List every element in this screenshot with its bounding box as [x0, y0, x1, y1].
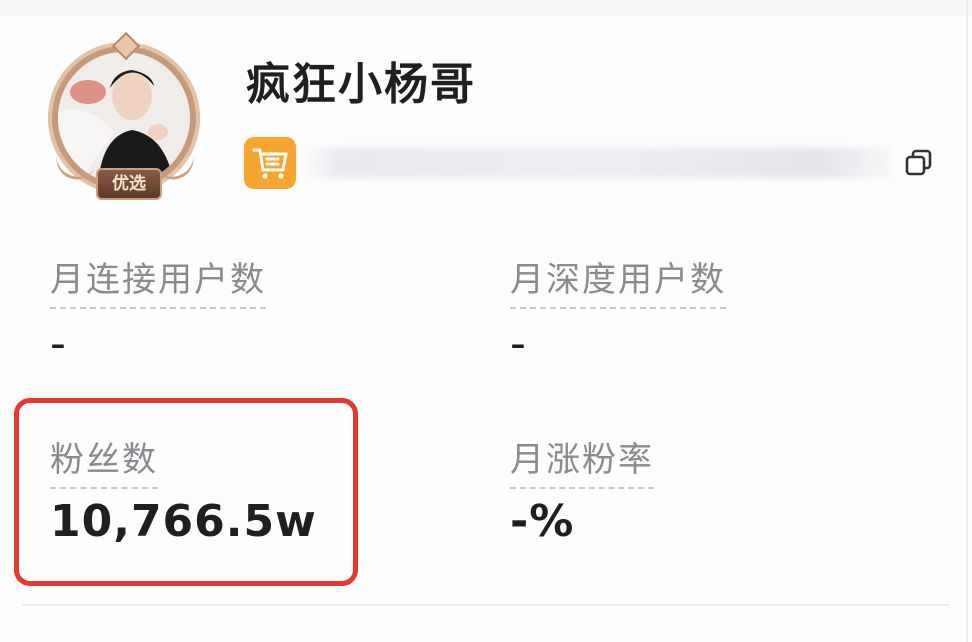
shopping-cart-icon[interactable]: [244, 137, 296, 189]
metric-label-monthly-connected-users[interactable]: 月连接用户数: [50, 252, 266, 309]
copy-icon[interactable]: [904, 148, 934, 178]
account-card: 优选 疯狂小杨哥 月连接用户数 - 月深度用户数 - 粉丝数 10,766.5w…: [0, 0, 972, 642]
metric-label-monthly-deep-users[interactable]: 月深度用户数: [510, 252, 726, 309]
metric-value-monthly-deep-users: -: [510, 318, 526, 369]
card-bottom-divider: [22, 604, 950, 606]
highlight-annotation: [14, 398, 358, 586]
account-name: 疯狂小杨哥: [246, 59, 476, 110]
premium-badge: 优选: [96, 168, 162, 200]
card-divider: [966, 0, 968, 642]
metric-value-monthly-connected-users: -: [50, 318, 66, 369]
avatar[interactable]: 优选: [44, 31, 212, 206]
card-top-edge: [0, 0, 972, 16]
metric-label-monthly-follower-growth[interactable]: 月涨粉率: [510, 432, 654, 489]
blurred-account-id: [304, 148, 890, 178]
metric-value-monthly-follower-growth: -%: [510, 496, 575, 547]
